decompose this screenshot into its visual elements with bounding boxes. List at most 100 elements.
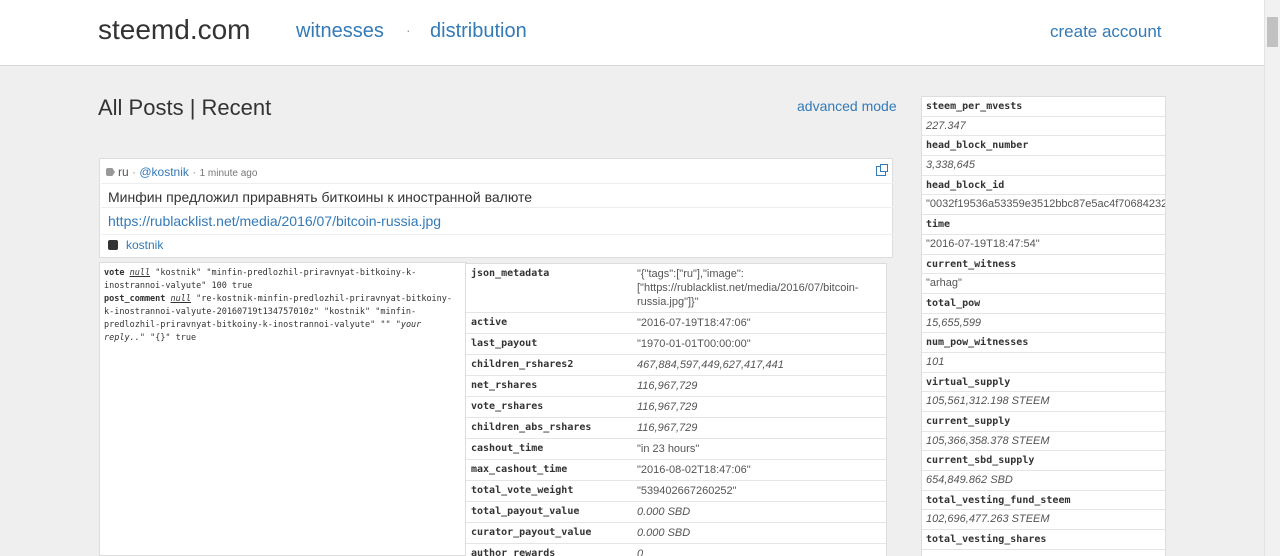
- detail-row: max_cashout_time "2016-08-02T18:47:06": [466, 460, 886, 481]
- property-value: 227.347: [926, 119, 966, 132]
- detail-key: author_rewards: [471, 548, 556, 556]
- property-value-row: 105,561,312.198 STEEM: [922, 392, 1165, 412]
- property-key: total_pow: [926, 297, 981, 309]
- detail-value: 0.000 SBD: [637, 527, 691, 539]
- comment-op-key: post_comment: [104, 294, 166, 304]
- detail-value: "2016-08-02T18:47:06": [637, 464, 751, 476]
- brand-logo[interactable]: steemd.com: [98, 14, 251, 46]
- property-key-row: num_pow_witnesses: [922, 333, 1165, 353]
- property-key: head_block_number: [926, 140, 1029, 152]
- detail-row: children_rshares2 467,884,597,449,627,417…: [466, 355, 886, 376]
- detail-value: 116,967,729: [637, 422, 698, 434]
- property-key: current_supply: [926, 416, 1011, 427]
- detail-key: curator_payout_value: [471, 527, 592, 538]
- nav-witnesses[interactable]: witnesses: [296, 20, 384, 43]
- post-meta: ru · @kostnik · 1 minute ago: [106, 165, 257, 179]
- property-value: 654,849.862 SBD: [926, 474, 1013, 487]
- detail-row: total_vote_weight "539402667260252": [466, 481, 886, 502]
- detail-row: children_abs_rshares 116,967,729: [466, 418, 886, 439]
- property-value-row: 227.347: [922, 117, 1165, 137]
- post-title: Минфин предложил приравнять биткоины к и…: [108, 189, 533, 205]
- property-value: 3,338,645: [926, 159, 975, 172]
- property-key: total_vesting_shares: [926, 534, 1047, 546]
- property-key-row: current_sbd_supply: [922, 451, 1165, 472]
- post-voter-link[interactable]: kostnik: [126, 238, 163, 252]
- property-value-row: 654,849.862 SBD: [922, 471, 1165, 491]
- property-key: steem_per_mvests: [926, 101, 1023, 112]
- external-link-icon[interactable]: [876, 164, 888, 176]
- detail-row: cashout_time "in 23 hours": [466, 439, 886, 460]
- detail-key: children_rshares2: [471, 359, 574, 370]
- property-value: 105,366,358.378 STEEM: [926, 434, 1050, 447]
- property-key-row: current_supply: [922, 412, 1165, 432]
- property-value: "2016-07-19T18:47:54": [926, 237, 1040, 250]
- detail-value: "in 23 hours": [637, 443, 700, 455]
- post-author-link[interactable]: @kostnik: [139, 165, 189, 179]
- detail-key: total_payout_value: [471, 506, 580, 517]
- property-value-row: "2016-07-19T18:47:54": [922, 235, 1165, 255]
- nav-separator: ·: [406, 22, 411, 38]
- comment-op-tail: "{}" true: [150, 333, 197, 343]
- scrollbar-thumb[interactable]: [1267, 17, 1278, 47]
- detail-key: children_abs_rshares: [471, 422, 592, 433]
- detail-row: net_rshares 116,967,729: [466, 376, 886, 397]
- property-value: "0032f19536a53359e3512bbc87e5ac4f7068423…: [926, 198, 1165, 211]
- detail-value: 116,967,729: [637, 401, 698, 413]
- scrollbar[interactable]: [1264, 0, 1280, 556]
- property-key-row: total_vesting_shares: [922, 530, 1165, 550]
- property-key-row: virtual_supply: [922, 373, 1165, 393]
- property-key-row: head_block_id: [922, 176, 1165, 196]
- detail-value: "539402667260252": [637, 485, 737, 497]
- detail-value: "2016-07-19T18:47:06": [637, 317, 751, 329]
- advanced-mode-link[interactable]: advanced mode: [797, 98, 897, 114]
- property-value: "arhag": [926, 277, 962, 290]
- divider: [101, 234, 893, 235]
- detail-key: last_payout: [471, 338, 538, 349]
- property-value-row: "0032f19536a53359e3512bbc87e5ac4f7068423…: [922, 195, 1165, 216]
- detail-value: 467,884,597,449,627,417,441: [637, 359, 784, 371]
- post-comment-operation: post_comment null "re-kostnik-minfin-pre…: [104, 293, 462, 345]
- detail-key: json_metadata: [471, 268, 550, 279]
- property-value-row: 101: [922, 353, 1165, 373]
- post-card: ru · @kostnik · 1 minute ago Минфин пред…: [99, 158, 893, 258]
- tag-icon: [106, 168, 115, 176]
- property-key: head_block_id: [926, 179, 1005, 191]
- detail-key: active: [471, 317, 508, 328]
- detail-value: 0: [637, 548, 644, 556]
- post-voter-row: kostnik: [108, 238, 163, 252]
- property-value-row: 15,655,599: [922, 314, 1165, 334]
- page-title: All Posts | Recent: [98, 95, 272, 120]
- detail-key: cashout_time: [471, 443, 544, 454]
- post-tag[interactable]: ru: [118, 165, 129, 179]
- property-key-row: time: [922, 215, 1165, 235]
- vote-operation: vote null "kostnik" "minfin-predlozhil-p…: [104, 267, 462, 293]
- detail-key: max_cashout_time: [471, 464, 568, 475]
- property-key-row: total_pow: [922, 294, 1165, 314]
- comment-op-null: null: [170, 294, 192, 304]
- divider: [101, 207, 893, 208]
- property-key: current_sbd_supply: [926, 455, 1035, 467]
- property-value: 105,561,312.198 STEEM: [926, 395, 1050, 408]
- property-key: num_pow_witnesses: [926, 337, 1029, 349]
- property-value-row: 105,366,358.378 STEEM: [922, 432, 1165, 452]
- property-key: virtual_supply: [926, 376, 1011, 388]
- property-key-row: total_vesting_fund_steem: [922, 491, 1165, 511]
- property-key: total_vesting_fund_steem: [926, 494, 1071, 506]
- property-key: time: [926, 219, 951, 231]
- property-value-row: "arhag": [922, 274, 1165, 294]
- property-value-row: 102,696,477.263 STEEM: [922, 510, 1165, 531]
- operations-block: vote null "kostnik" "minfin-predlozhil-p…: [99, 262, 467, 556]
- detail-value: "{"tags":["ru"],"image":["https://rublac…: [637, 268, 859, 308]
- detail-row: json_metadata "{"tags":["ru"],"image":["h…: [466, 264, 886, 313]
- create-account-link[interactable]: create account: [1050, 22, 1162, 42]
- detail-row: curator_payout_value 0.000 SBD: [466, 523, 886, 544]
- hand-pointer-icon: [108, 240, 118, 250]
- nav-distribution[interactable]: distribution: [430, 20, 527, 43]
- post-time: 1 minute ago: [199, 168, 258, 179]
- property-value-row: [922, 550, 1165, 556]
- property-key-row: head_block_number: [922, 136, 1165, 157]
- detail-row: total_payout_value 0.000 SBD: [466, 502, 886, 523]
- post-body-link[interactable]: https://rublacklist.net/media/2016/07/bi…: [108, 213, 441, 229]
- property-key: current_witness: [926, 258, 1017, 270]
- property-value: 15,655,599: [926, 316, 982, 329]
